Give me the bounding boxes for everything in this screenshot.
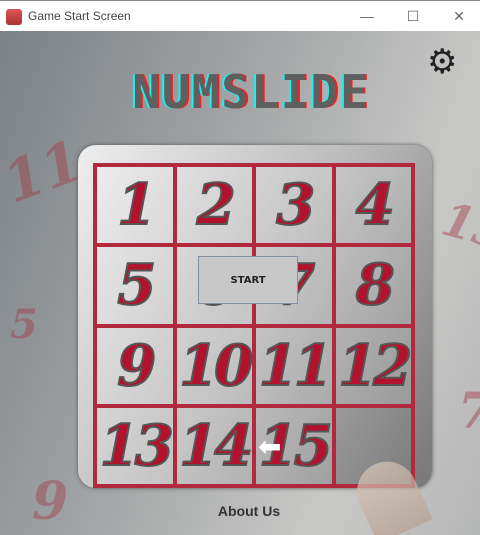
settings-gear-icon[interactable]: ⚙ (427, 45, 457, 79)
tile: 4 (333, 165, 413, 246)
tile: 5 (95, 245, 175, 326)
game-logo: NUMSLIDE (132, 65, 370, 119)
maximize-button[interactable]: ☐ (398, 5, 428, 27)
about-us-link[interactable]: About Us (210, 503, 288, 519)
background-number: 13 (436, 191, 480, 261)
title-bar: Game Start Screen — ☐ ✕ (0, 0, 480, 31)
background-number: 9 (32, 471, 69, 532)
tile: 13 (95, 405, 175, 486)
arrow-left-icon: ⬅ (258, 431, 282, 462)
tile: 14 (174, 405, 254, 486)
close-button[interactable]: ✕ (444, 5, 474, 27)
window-title: Game Start Screen (28, 9, 131, 23)
background-number: 7 (458, 381, 480, 440)
app-icon (6, 9, 22, 25)
tile: 8 (333, 245, 413, 326)
tile: 2 (174, 165, 254, 246)
game-canvas: 11 5 13 7 9 ⚙ NUMSLIDE 1 2 3 4 5 6 7 8 9… (0, 31, 480, 535)
tile: 10 (174, 325, 254, 406)
tile: 11 (254, 325, 334, 406)
tile: 1 (95, 165, 175, 246)
puzzle-board: 1 2 3 4 5 6 7 8 9 10 11 12 13 14 15 (78, 145, 432, 488)
start-button[interactable]: START (198, 256, 298, 304)
background-number: 5 (10, 301, 38, 348)
minimize-button[interactable]: — (352, 5, 382, 27)
tile: 12 (333, 325, 413, 406)
tile: 3 (254, 165, 334, 246)
tile: 9 (95, 325, 175, 406)
